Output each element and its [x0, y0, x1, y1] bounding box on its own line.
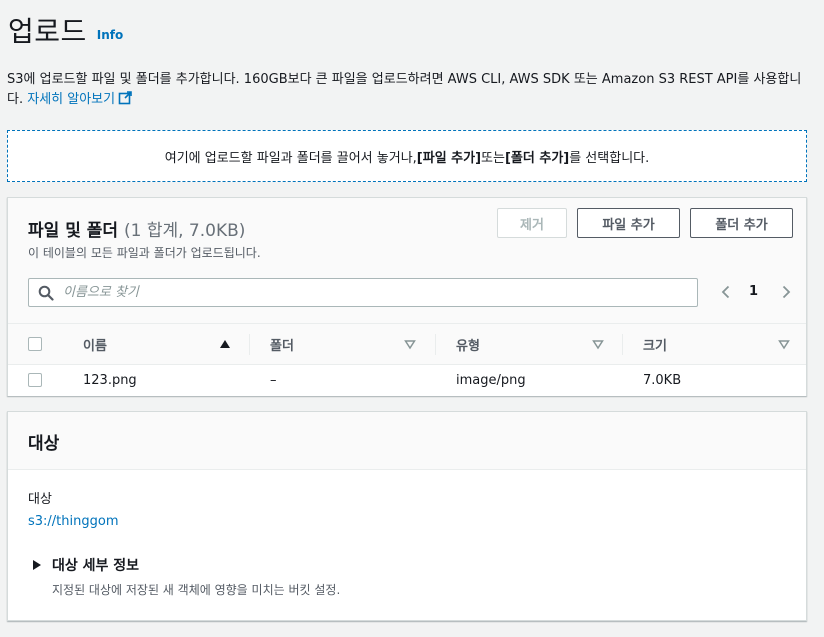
sort-ascending-icon[interactable] — [219, 337, 231, 351]
destination-label: 대상 — [28, 492, 52, 507]
dropzone-add-files: [파일 추가] — [416, 150, 482, 166]
pagination: 1 — [713, 281, 803, 303]
destination-details-label: 대상 세부 정보 — [52, 558, 140, 574]
column-header-folder[interactable]: 폴더 — [270, 324, 294, 365]
files-count: (1 합계, 7.0KB) — [123, 221, 246, 241]
column-divider — [249, 334, 250, 355]
files-panel-header: 파일 및 폴더 (1 합계, 7.0KB) 이 테이블의 모든 파일과 폴더가 … — [8, 198, 806, 323]
files-title-text: 파일 및 폴더 — [28, 221, 119, 241]
destination-panel: 대상 대상 s3://thinggom 대상 세부 정보 지정된 대상에 저장된… — [7, 411, 807, 621]
column-header-size[interactable]: 크기 — [643, 324, 667, 365]
learn-more-link[interactable]: 자세히 알아보기 — [27, 91, 132, 107]
cell-size: 7.0KB — [643, 373, 682, 388]
external-link-icon — [118, 91, 132, 105]
destination-details-expander[interactable]: 대상 세부 정보 — [32, 555, 139, 575]
column-divider — [435, 334, 436, 355]
sort-icon[interactable] — [404, 337, 416, 351]
select-all-checkbox[interactable] — [28, 337, 42, 351]
row-checkbox[interactable] — [28, 373, 42, 387]
info-link[interactable]: Info — [97, 28, 123, 42]
remove-button[interactable]: 제거 — [497, 208, 567, 238]
cell-type: image/png — [456, 373, 526, 388]
cell-folder: – — [270, 373, 277, 388]
table-header: 이름 폴더 유형 크기 — [8, 323, 806, 365]
page-title: 업로드 — [8, 15, 87, 48]
add-files-button[interactable]: 파일 추가 — [577, 208, 680, 238]
dropzone-middle: 또는 — [481, 150, 505, 166]
destination-link[interactable]: s3://thinggom — [28, 514, 119, 529]
files-subtitle: 이 테이블의 모든 파일과 폴더가 업로드됩니다. — [28, 246, 261, 260]
column-header-name[interactable]: 이름 — [83, 324, 107, 365]
dropzone-prefix: 여기에 업로드할 파일과 폴더를 끌어서 놓거나, — [164, 150, 417, 166]
search-icon — [38, 285, 54, 301]
dropzone-add-folder: [폴더 추가] — [504, 150, 570, 166]
files-panel: 파일 및 폴더 (1 합계, 7.0KB) 이 테이블의 모든 파일과 폴더가 … — [7, 197, 807, 396]
column-header-type[interactable]: 유형 — [456, 324, 480, 365]
dropzone-suffix: 를 선택합니다. — [569, 150, 650, 166]
add-folder-button[interactable]: 폴더 추가 — [690, 208, 793, 238]
page-header: 업로드 Info — [8, 10, 123, 50]
destination-header: 대상 — [8, 412, 806, 470]
learn-more-label: 자세히 알아보기 — [27, 92, 116, 107]
table-row[interactable]: 123.png – image/png 7.0KB — [8, 365, 806, 396]
cell-name: 123.png — [83, 373, 137, 388]
destination-details-description: 지정된 대상에 저장된 새 객체에 영향을 미치는 버킷 설정. — [52, 583, 341, 597]
caret-right-icon — [33, 560, 41, 570]
column-divider — [622, 334, 623, 355]
sort-icon[interactable] — [778, 337, 790, 351]
chevron-left-icon[interactable] — [719, 285, 733, 299]
files-title: 파일 및 폴더 (1 합계, 7.0KB) — [28, 216, 245, 241]
page-number[interactable]: 1 — [749, 284, 758, 299]
chevron-right-icon[interactable] — [779, 285, 793, 299]
drop-zone[interactable]: 여기에 업로드할 파일과 폴더를 끌어서 놓거나, [파일 추가] 또는 [폴더… — [7, 130, 807, 182]
search-input[interactable] — [63, 282, 683, 303]
search-box — [28, 278, 698, 307]
destination-title: 대상 — [28, 434, 60, 454]
sort-icon[interactable] — [592, 337, 604, 351]
page-description: S3에 업로드할 파일 및 폴더를 추가합니다. 160GB보다 큰 파일을 업… — [7, 70, 807, 110]
